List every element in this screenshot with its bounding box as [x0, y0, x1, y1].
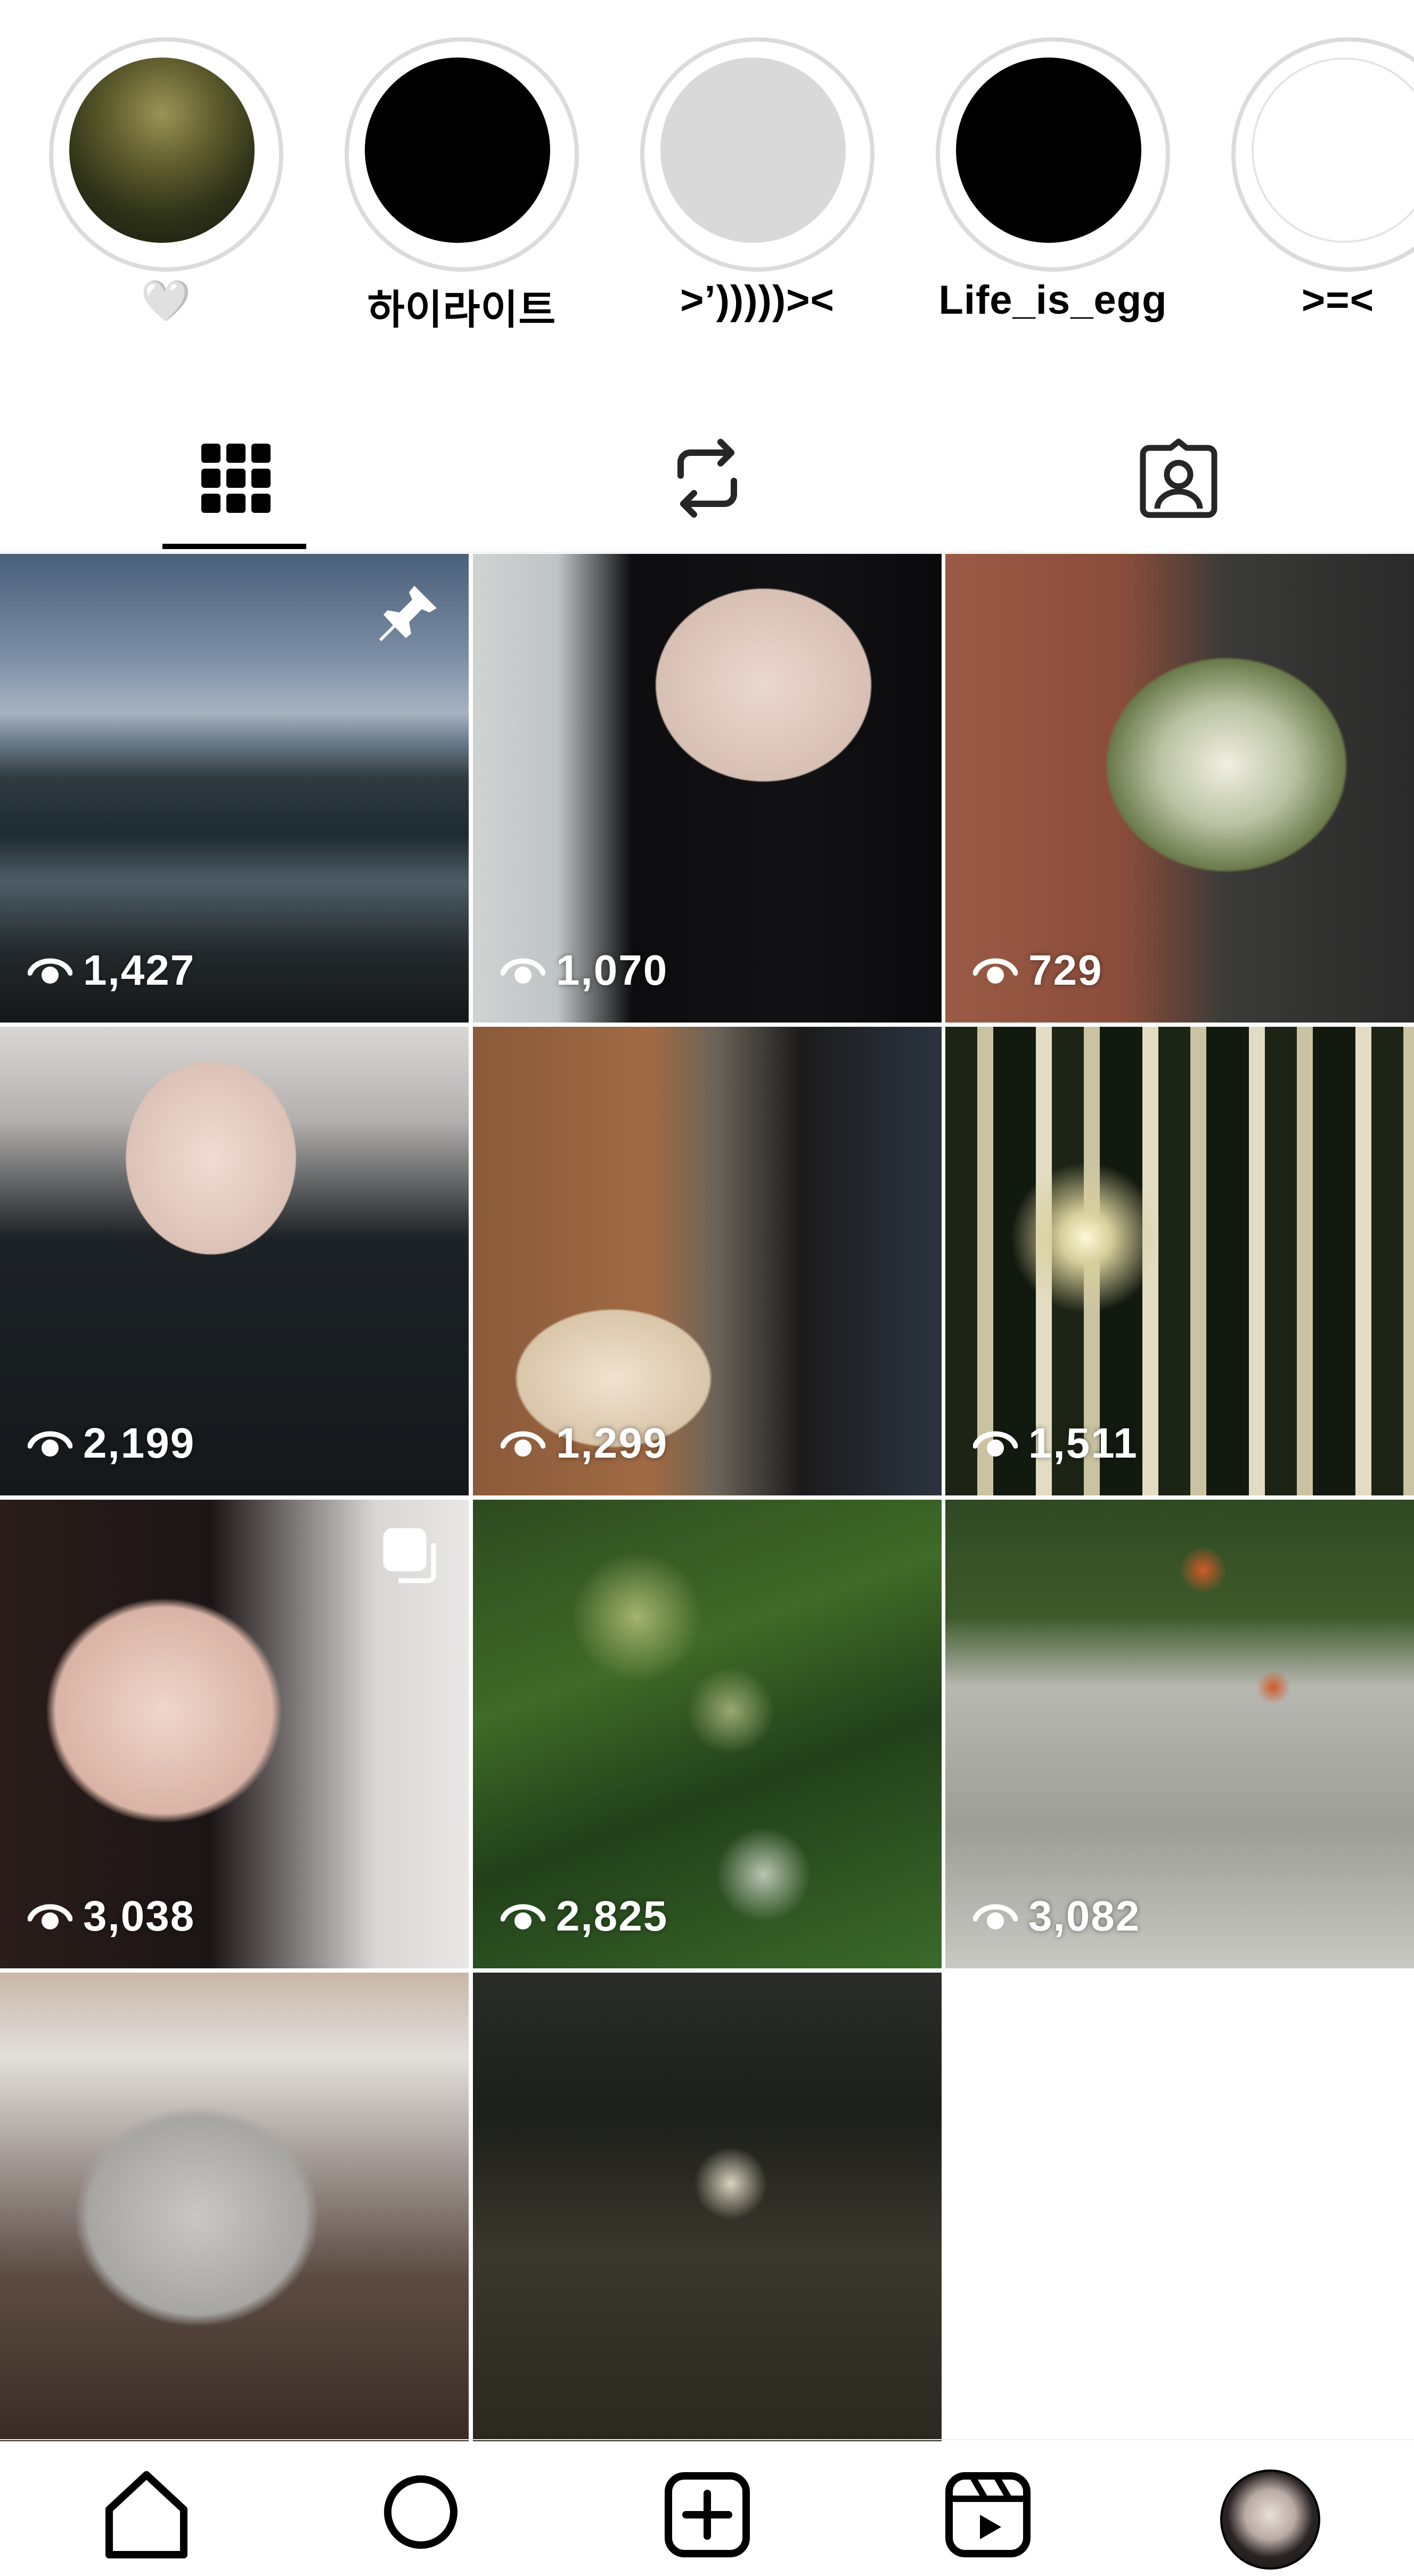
post-thumbnail[interactable]: [0, 1973, 469, 2441]
view-count: 1,070: [501, 946, 668, 995]
highlight-label: >’)))))><: [680, 277, 835, 323]
view-count: 2,199: [28, 1419, 195, 1468]
repost-icon: [677, 438, 737, 518]
home-icon: [105, 2471, 187, 2558]
post-thumbnail[interactable]: 2,825: [473, 1500, 942, 1968]
tagged-person-icon: [1140, 438, 1217, 518]
view-count: 1,511: [973, 1419, 1138, 1468]
plus-square-icon: [665, 2472, 750, 2557]
search-icon: [384, 2475, 457, 2549]
post-thumbnail[interactable]: 1,511: [945, 1027, 1414, 1495]
divider: [0, 552, 1414, 553]
nav-create[interactable]: [654, 2469, 761, 2576]
view-count: 1,299: [501, 1419, 668, 1468]
post-thumbnail[interactable]: 2,199: [0, 1027, 469, 1495]
post-thumbnail[interactable]: 3,082: [945, 1500, 1414, 1968]
highlight-label: >=<: [1301, 277, 1375, 323]
reels-icon: [945, 2472, 1031, 2557]
post-thumbnail[interactable]: 1,070: [473, 554, 942, 1023]
story-highlights-row: 🤍 하이라이트 >’)))))>< Life_is_egg >=<: [0, 0, 1414, 362]
posts-grid: 1,427 1,070 729 2,199 1,299 1,511 3,038 …: [0, 554, 1414, 2441]
profile-tabs: [0, 405, 1414, 551]
view-count: 3,038: [28, 1892, 195, 1941]
highlight-cover: [956, 58, 1141, 243]
post-thumbnail[interactable]: [473, 1973, 942, 2441]
highlight-label: 하이라이트: [367, 288, 557, 333]
highlight-cover: [365, 58, 550, 243]
highlight-cover: [69, 58, 255, 243]
pin-icon: [379, 586, 437, 641]
eye-icon: [501, 1431, 545, 1457]
view-count: 1,427: [28, 946, 195, 995]
nav-profile[interactable]: [1217, 2469, 1323, 2576]
tab-posts-grid[interactable]: [0, 405, 471, 551]
tab-tagged[interactable]: [943, 405, 1414, 551]
nav-reels[interactable]: [935, 2469, 1041, 2576]
eye-icon: [973, 1431, 1018, 1457]
eye-icon: [501, 958, 545, 984]
eye-icon: [973, 1904, 1018, 1929]
grid-icon: [201, 443, 271, 513]
profile-avatar: [1220, 2469, 1320, 2570]
highlight-cover: [660, 58, 846, 243]
eye-icon: [28, 1904, 72, 1929]
nav-home[interactable]: [93, 2469, 200, 2576]
post-thumbnail[interactable]: 1,299: [473, 1027, 942, 1495]
post-thumbnail[interactable]: 729: [945, 554, 1414, 1023]
post-thumbnail[interactable]: 1,427: [0, 554, 469, 1023]
post-thumbnail[interactable]: 3,038: [0, 1500, 469, 1968]
bottom-navigation: [0, 2440, 1414, 2570]
tab-reposts[interactable]: [471, 405, 943, 551]
eye-icon: [973, 958, 1018, 984]
eye-icon: [501, 1904, 545, 1929]
view-count: 729: [973, 946, 1102, 995]
nav-search[interactable]: [370, 2469, 477, 2576]
eye-icon: [28, 1431, 72, 1457]
highlight-label: Life_is_egg: [938, 277, 1167, 323]
carousel-icon: [383, 1528, 436, 1583]
highlight-label: 🤍: [141, 279, 192, 324]
eye-icon: [28, 958, 72, 984]
view-count: 2,825: [501, 1892, 668, 1941]
view-count: 3,082: [973, 1892, 1140, 1941]
